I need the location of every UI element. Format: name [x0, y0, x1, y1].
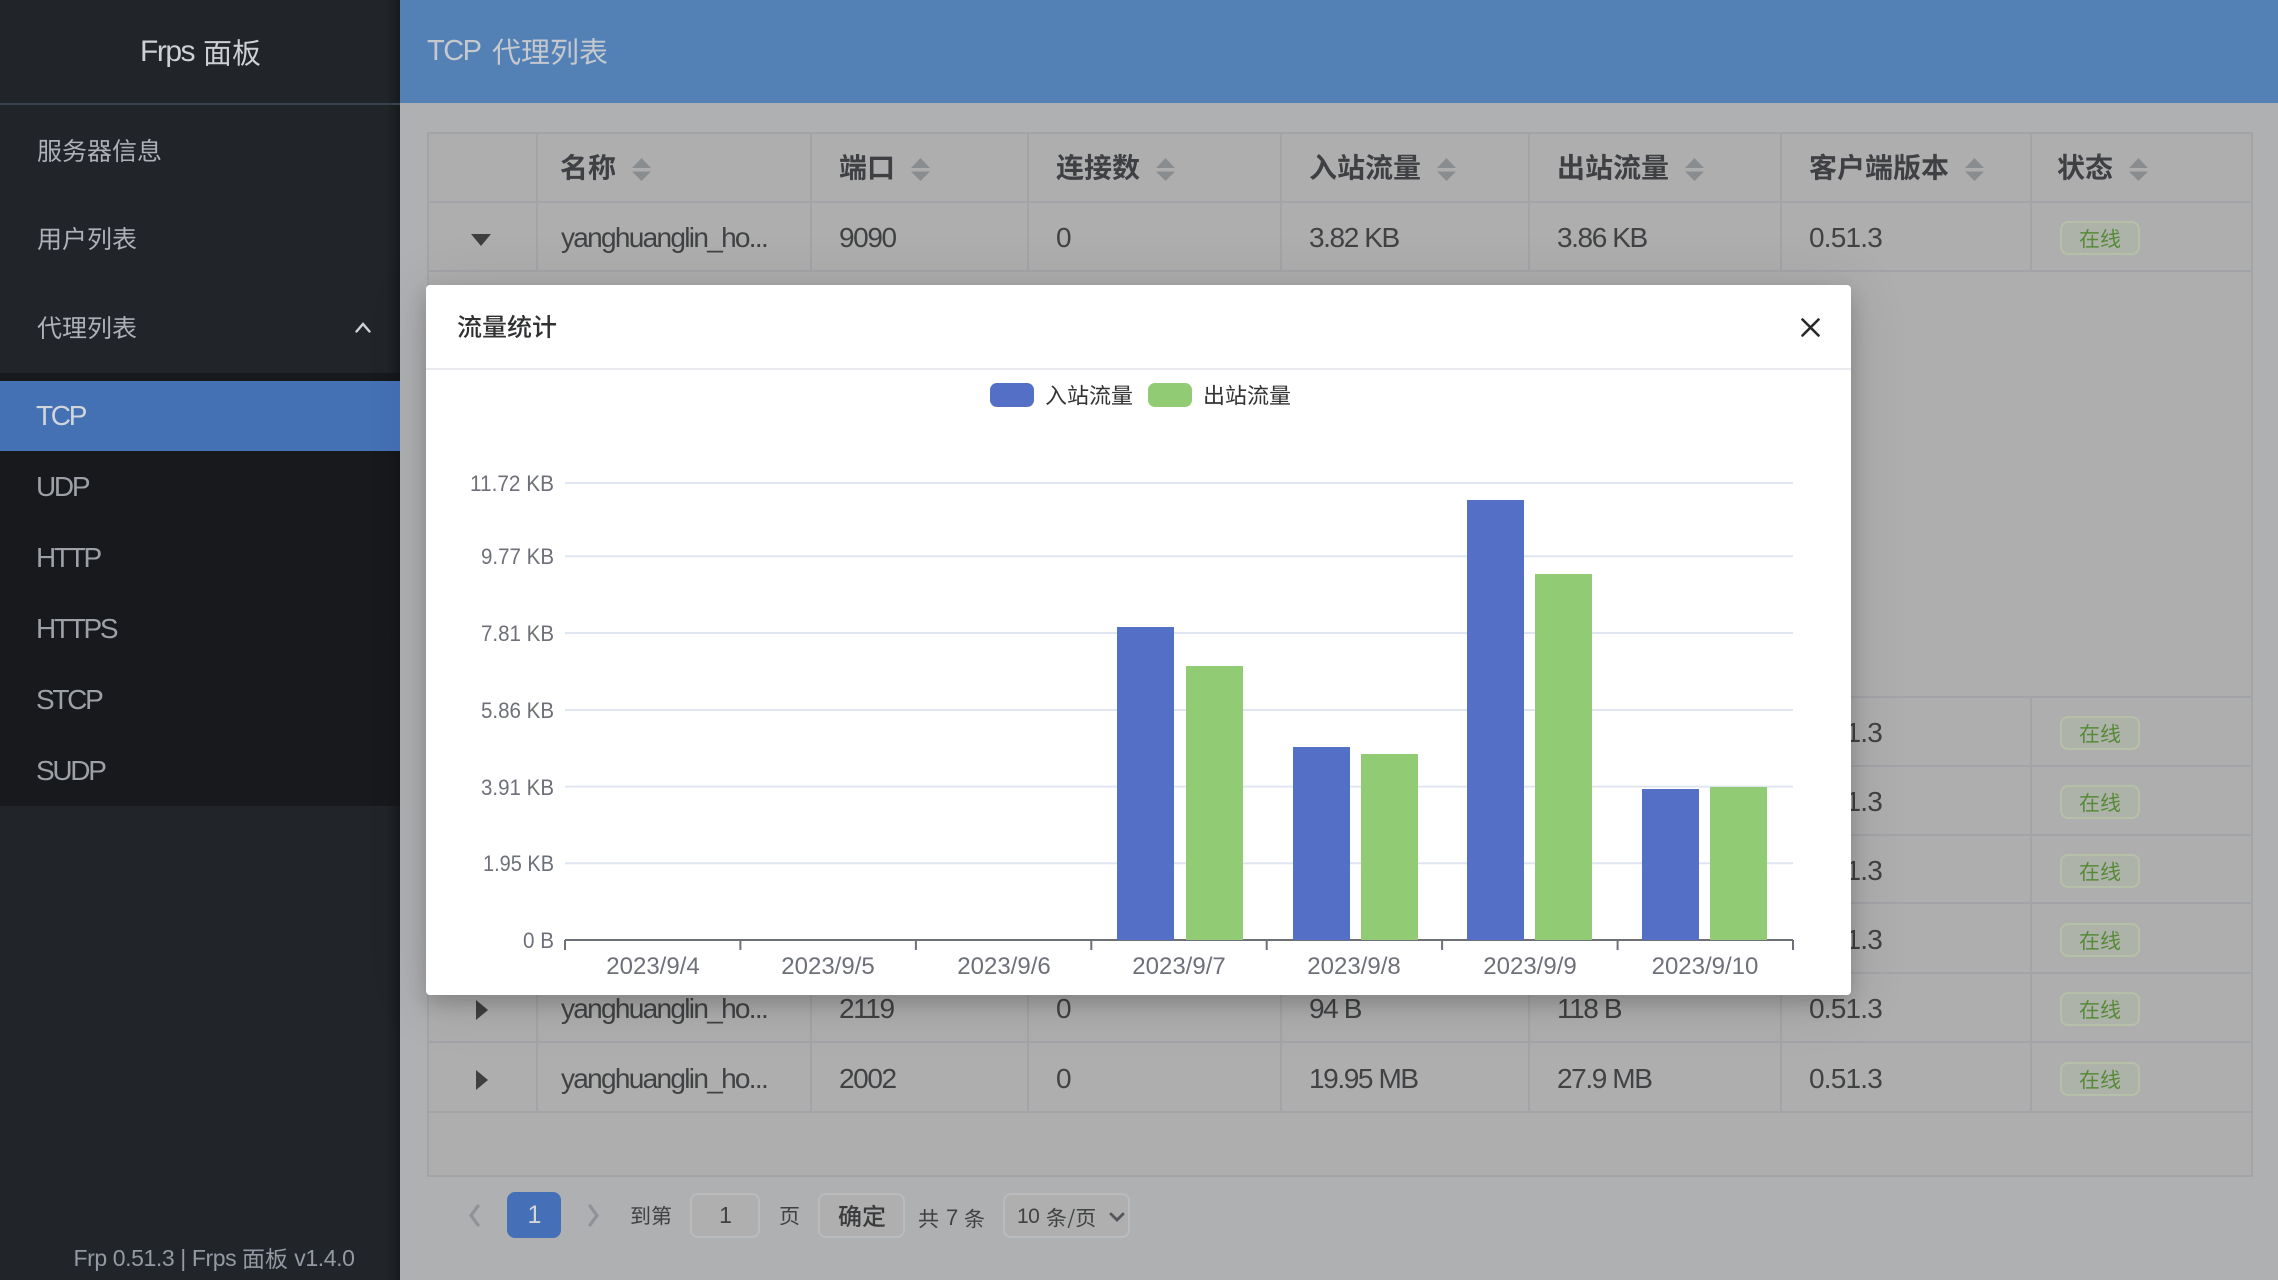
svg-text:5.86 KB: 5.86 KB: [481, 698, 554, 723]
svg-text:2023/9/6: 2023/9/6: [957, 953, 1050, 980]
svg-text:11.72 KB: 11.72 KB: [470, 471, 554, 496]
svg-text:2023/9/8: 2023/9/8: [1307, 953, 1400, 980]
svg-text:2023/9/4: 2023/9/4: [606, 953, 699, 980]
svg-text:0 B: 0 B: [523, 928, 554, 953]
svg-text:1.95 KB: 1.95 KB: [483, 851, 554, 876]
svg-text:2023/9/9: 2023/9/9: [1483, 953, 1576, 980]
svg-text:9.77 KB: 9.77 KB: [481, 544, 554, 569]
svg-text:7.81 KB: 7.81 KB: [481, 621, 554, 646]
svg-text:3.91 KB: 3.91 KB: [481, 775, 554, 800]
svg-text:2023/9/7: 2023/9/7: [1132, 953, 1225, 980]
svg-text:2023/9/10: 2023/9/10: [1652, 953, 1759, 980]
svg-text:2023/9/5: 2023/9/5: [781, 953, 874, 980]
